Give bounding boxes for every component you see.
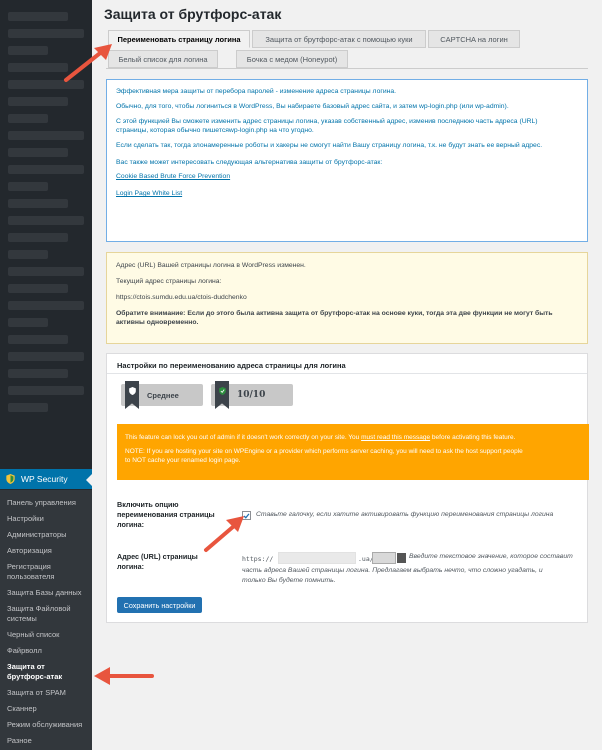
sidebar-plugin-wp-security[interactable]: WP Security bbox=[0, 469, 92, 489]
sidebar-item-registration[interactable]: Регистрация пользователя bbox=[0, 559, 92, 585]
password-manager-icon[interactable] bbox=[397, 553, 406, 563]
warning-text: to NOT cache your renamed login page. bbox=[125, 457, 241, 464]
sidebar-item-spam[interactable]: Защита от SPAM bbox=[0, 685, 92, 701]
tab-honeypot[interactable]: Бочка с медом (Honeypot) bbox=[236, 50, 348, 68]
checkmark-icon bbox=[243, 513, 250, 519]
url-prefix: https:// bbox=[242, 555, 274, 563]
sidebar-item-filesystem[interactable]: Защита Файловой системы bbox=[0, 601, 92, 627]
admin-sidebar: WP Security Панель управления Настройки … bbox=[0, 0, 92, 750]
sidebar-item-maintenance[interactable]: Режим обслуживания bbox=[0, 717, 92, 733]
login-slug-input[interactable] bbox=[372, 552, 396, 564]
shield-icon bbox=[125, 381, 139, 409]
info-text: С этой функцией Вы сможете изменить адре… bbox=[116, 118, 538, 125]
notice-text: активны одновременно. bbox=[116, 319, 199, 326]
info-text: Обычно, для того, чтобы логиниться в Wor… bbox=[116, 103, 509, 110]
enable-rename-label: Включить опцию переименования страницы л… bbox=[117, 500, 215, 529]
tab-captcha[interactable]: CAPTCHA на логин bbox=[428, 30, 520, 48]
tab-whitelist[interactable]: Белый список для логина bbox=[108, 50, 218, 68]
read-message-link[interactable]: must read this message bbox=[361, 434, 430, 441]
site-url-redacted bbox=[278, 552, 356, 564]
enable-rename-checkbox[interactable] bbox=[242, 511, 251, 520]
settings-panel: Настройки по переименованию адреса стран… bbox=[106, 353, 589, 623]
sidebar-item-dashboard[interactable]: Панель управления bbox=[0, 495, 92, 511]
lockout-warning: This feature can lock you out of admin i… bbox=[117, 424, 589, 480]
info-box: Эффективная мера защиты от перебора паро… bbox=[106, 79, 588, 242]
shield-check-icon bbox=[215, 381, 229, 409]
notice-box: Адрес (URL) Вашей страницы логина в Word… bbox=[106, 252, 588, 344]
enable-rename-hint: Ставьте галочку, если хатите активироват… bbox=[256, 511, 554, 518]
save-settings-button[interactable]: Сохранить настройки bbox=[117, 597, 202, 613]
notice-text: Адрес (URL) Вашей страницы логина в Word… bbox=[116, 262, 306, 269]
shield-icon bbox=[6, 474, 15, 484]
warning-text: NOTE: If you are hosting your site on WP… bbox=[125, 448, 523, 455]
sidebar-menu-blurred bbox=[0, 0, 92, 412]
tabs-divider bbox=[106, 68, 588, 69]
login-url-hint: часть адреса Вашей страницы логина. Пред… bbox=[242, 567, 543, 574]
sidebar-item-scanner[interactable]: Сканнер bbox=[0, 701, 92, 717]
login-url-label: Адрес (URL) страницы логина: bbox=[117, 552, 198, 571]
cookie-protection-link[interactable]: Cookie Based Brute Force Prevention bbox=[116, 173, 578, 180]
sidebar-item-admins[interactable]: Администраторы bbox=[0, 527, 92, 543]
warning-text: This feature can lock you out of admin i… bbox=[125, 434, 516, 441]
sidebar-item-brute-force[interactable]: Защита от брутфорс-атак bbox=[0, 659, 92, 685]
main-content: Защита от брутфорс-атак Переименовать ст… bbox=[92, 0, 602, 750]
info-text: Эффективная мера защиты от перебора паро… bbox=[116, 88, 397, 95]
page-title: Защита от брутфорс-атак bbox=[104, 6, 282, 22]
notice-text: Текущий адрес страницы логина: bbox=[116, 278, 222, 285]
sidebar-item-settings[interactable]: Настройки bbox=[0, 511, 92, 527]
sidebar-item-blacklist[interactable]: Черный список bbox=[0, 627, 92, 643]
settings-heading: Настройки по переименованию адреса стран… bbox=[107, 354, 587, 374]
tab-rename-login[interactable]: Переименовать страницу логина bbox=[108, 30, 250, 48]
sidebar-item-misc[interactable]: Разное bbox=[0, 733, 92, 749]
login-url-hint: Введите текстовое значение, которое сост… bbox=[409, 553, 573, 560]
security-score-badge: 10/10 bbox=[211, 381, 293, 409]
login-whitelist-link[interactable]: Login Page White List bbox=[116, 190, 578, 197]
sidebar-submenu: Панель управления Настройки Администрато… bbox=[0, 490, 92, 750]
info-text: Если сделать так, тогда злонамеренные ро… bbox=[116, 142, 543, 149]
sidebar-item-db-security[interactable]: Защита Базы данных bbox=[0, 585, 92, 601]
current-login-url: https://ctois.sumdu.edu.ua/ctois-dudchen… bbox=[116, 294, 247, 301]
login-url-hint: только Вы будете помнить. bbox=[242, 577, 336, 584]
sidebar-plugin-label: WP Security bbox=[21, 474, 68, 484]
sidebar-item-firewall[interactable]: Файрволл bbox=[0, 643, 92, 659]
security-level-text: Среднее bbox=[147, 390, 179, 400]
security-score-text: 10/10 bbox=[237, 390, 266, 400]
info-text: Вас также может интересовать следующая а… bbox=[116, 159, 383, 166]
security-level-badge: Среднее bbox=[121, 381, 203, 409]
sidebar-item-login[interactable]: Авторизация bbox=[0, 543, 92, 559]
tab-cookie-protection[interactable]: Защита от брутфорс-атак с помощью куки bbox=[252, 30, 426, 48]
notice-text: Обратите внимание: Если до этого была ак… bbox=[116, 310, 553, 317]
info-text: страницы, которая обычно пишетсяwp-login… bbox=[116, 127, 314, 134]
